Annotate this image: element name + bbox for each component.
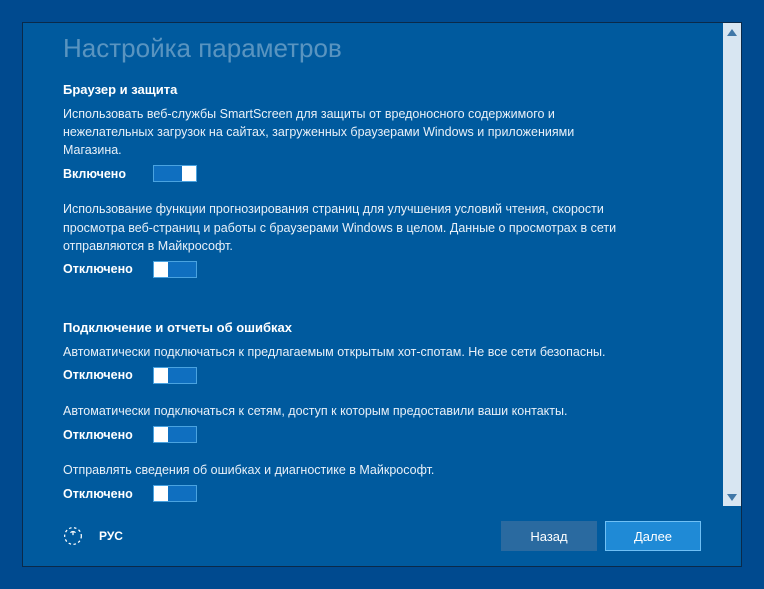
toggle-contact-networks[interactable] [153,426,197,443]
toggle-knob [154,262,168,277]
setting-desc: Автоматически подключаться к предлагаемы… [63,343,623,361]
chevron-up-icon [727,29,737,36]
back-button[interactable]: Назад [501,521,597,551]
toggle-row: Отключено [63,367,623,384]
footer-left: РУС [63,526,123,546]
toggle-knob [182,166,196,181]
toggle-label: Отключено [63,262,141,276]
toggle-knob [154,368,168,383]
content-area: Настройка параметров Браузер и защита Ис… [23,23,741,506]
setting-open-hotspots: Автоматически подключаться к предлагаемы… [63,343,623,384]
setting-contact-networks: Автоматически подключаться к сетям, дост… [63,402,623,443]
toggle-error-reports[interactable] [153,485,197,502]
toggle-open-hotspots[interactable] [153,367,197,384]
section-connectivity-header: Подключение и отчеты об ошибках [63,320,703,335]
setting-smartscreen: Использовать веб-службы SmartScreen для … [63,105,623,182]
scroll-up-button[interactable] [725,25,739,39]
toggle-row: Отключено [63,485,623,502]
footer-right: Назад Далее [501,521,701,551]
setting-desc: Использовать веб-службы SmartScreen для … [63,105,623,159]
settings-window: Настройка параметров Браузер и защита Ис… [22,22,742,567]
scrollbar[interactable] [723,23,741,506]
page-title: Настройка параметров [63,33,703,64]
section-browser-header: Браузер и защита [63,82,703,97]
toggle-page-prediction[interactable] [153,261,197,278]
chevron-down-icon [727,494,737,501]
toggle-row: Включено [63,165,623,182]
toggle-row: Отключено [63,261,623,278]
toggle-label: Отключено [63,368,141,382]
ease-of-access-button[interactable] [63,526,83,546]
toggle-knob [154,486,168,501]
setting-error-reports: Отправлять сведения об ошибках и диагнос… [63,461,623,502]
scroll-down-button[interactable] [725,490,739,504]
toggle-label: Включено [63,167,141,181]
setting-desc: Использование функции прогнозирования ст… [63,200,623,254]
ease-of-access-icon [63,526,83,546]
toggle-knob [154,427,168,442]
toggle-label: Отключено [63,428,141,442]
toggle-smartscreen[interactable] [153,165,197,182]
scroll-content: Настройка параметров Браузер и защита Ис… [63,23,723,506]
toggle-row: Отключено [63,426,623,443]
setting-page-prediction: Использование функции прогнозирования ст… [63,200,623,277]
footer: РУС Назад Далее [23,506,741,566]
next-button[interactable]: Далее [605,521,701,551]
setting-desc: Отправлять сведения об ошибках и диагнос… [63,461,623,479]
setting-desc: Автоматически подключаться к сетям, дост… [63,402,623,420]
language-button[interactable]: РУС [99,529,123,543]
toggle-label: Отключено [63,487,141,501]
